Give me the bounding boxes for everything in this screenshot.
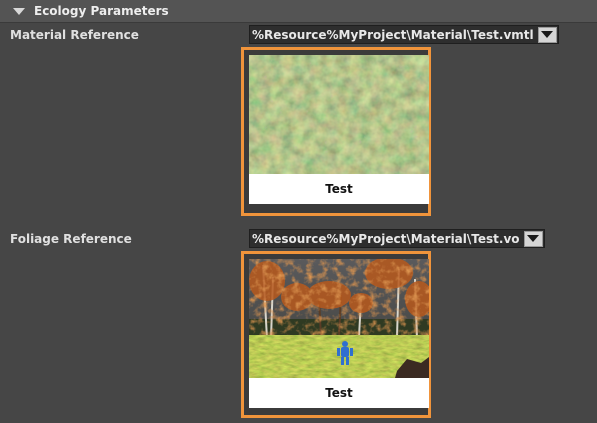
material-dropdown-button[interactable] xyxy=(537,26,557,43)
foliage-thumbnail-caption: Test xyxy=(249,378,429,408)
material-path-field[interactable]: %Resource%MyProject\Material\Test.vmtl xyxy=(249,25,559,44)
dropdown-arrow-icon xyxy=(527,235,540,242)
dropdown-arrow-icon xyxy=(541,31,554,38)
collapse-triangle-icon[interactable] xyxy=(13,7,25,15)
section-title: Ecology Parameters xyxy=(34,4,169,18)
material-thumbnail-caption: Test xyxy=(249,174,429,204)
foliage-reference-label: Foliage Reference xyxy=(10,232,132,246)
foliage-dropdown-button[interactable] xyxy=(523,230,543,247)
material-thumbnail-image xyxy=(249,55,429,174)
material-thumbnail-card[interactable]: Test xyxy=(241,47,431,216)
material-path-text: %Resource%MyProject\Material\Test.vmtl xyxy=(252,27,534,42)
foliage-path-text: %Resource%MyProject\Material\Test.vo xyxy=(252,231,520,246)
material-reference-label: Material Reference xyxy=(10,28,139,42)
foliage-path-field[interactable]: %Resource%MyProject\Material\Test.vo xyxy=(249,229,545,248)
foliage-thumbnail-image xyxy=(249,259,429,378)
section-header-ecology-parameters[interactable]: Ecology Parameters xyxy=(0,0,597,23)
foliage-thumbnail-card[interactable]: Test xyxy=(241,251,431,418)
